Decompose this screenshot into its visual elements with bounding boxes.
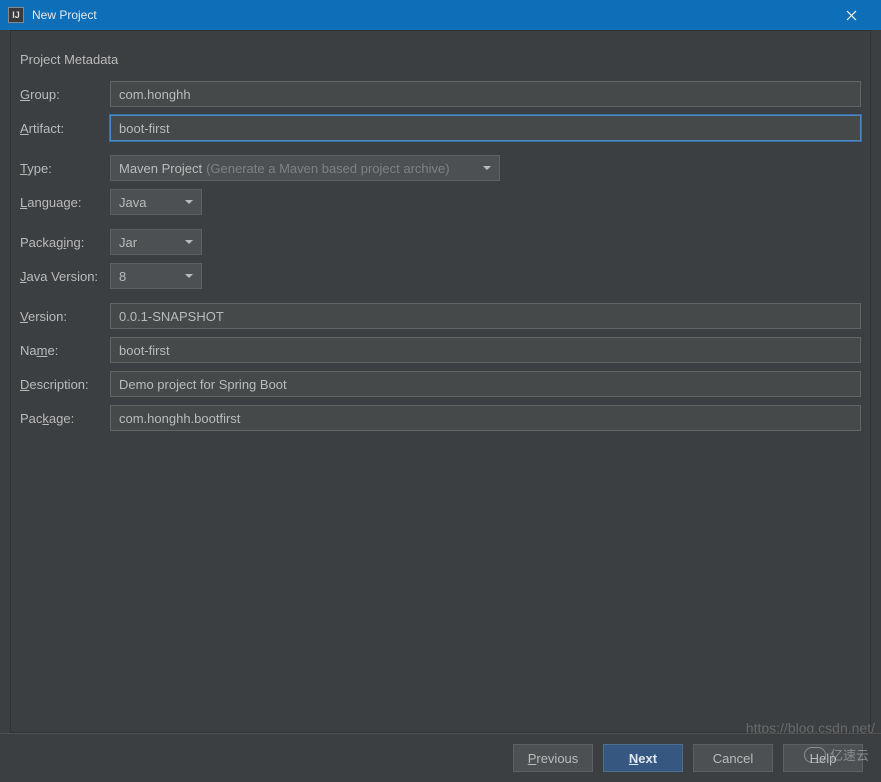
cancel-button[interactable]: Cancel [693,744,773,772]
chevron-down-icon [185,274,193,278]
title-bar-left: IJ New Project [8,7,97,23]
type-row: Type: Maven Project (Generate a Maven ba… [20,155,861,181]
app-icon: IJ [8,7,24,23]
form-area: Group: Artifact: Type: Maven Project (Ge… [0,81,881,431]
name-input[interactable] [110,337,861,363]
language-label: Language: [20,195,110,210]
name-row: Name: [20,337,861,363]
type-select-hint: (Generate a Maven based project archive) [206,161,450,176]
type-select[interactable]: Maven Project (Generate a Maven based pr… [110,155,500,181]
chevron-down-icon [185,200,193,204]
language-select[interactable]: Java [110,189,202,215]
artifact-label: Artifact: [20,121,110,136]
version-label: Version: [20,309,110,324]
java-version-select-value: 8 [119,269,126,284]
language-select-value: Java [119,195,146,210]
window-title: New Project [32,8,97,22]
cloud-icon [804,747,826,763]
language-row: Language: Java [20,189,861,215]
chevron-down-icon [185,240,193,244]
footer-bar: Previous Next Cancel Help [0,733,881,782]
group-row: Group: [20,81,861,107]
java-version-label: Java Version: [20,269,110,284]
watermark-brand-text: 亿速云 [830,745,869,764]
packaging-label: Packaging: [20,235,110,250]
packaging-select-value: Jar [119,235,137,250]
close-icon [846,10,857,21]
artifact-input[interactable] [110,115,861,141]
section-title: Project Metadata [0,30,881,81]
type-select-value: Maven Project [119,161,202,176]
name-label: Name: [20,343,110,358]
package-label: Package: [20,411,110,426]
watermark-brand: 亿速云 [804,745,869,764]
java-version-select[interactable]: 8 [110,263,202,289]
artifact-row: Artifact: [20,115,861,141]
chevron-down-icon [483,166,491,170]
group-label: Group: [20,87,110,102]
group-input[interactable] [110,81,861,107]
next-button[interactable]: Next [603,744,683,772]
java-version-row: Java Version: 8 [20,263,861,289]
version-row: Version: [20,303,861,329]
type-label: Type: [20,161,110,176]
packaging-select[interactable]: Jar [110,229,202,255]
previous-button[interactable]: Previous [513,744,593,772]
description-row: Description: [20,371,861,397]
version-input[interactable] [110,303,861,329]
close-button[interactable] [829,0,873,30]
package-input[interactable] [110,405,861,431]
description-input[interactable] [110,371,861,397]
description-label: Description: [20,377,110,392]
packaging-row: Packaging: Jar [20,229,861,255]
title-bar: IJ New Project [0,0,881,30]
package-row: Package: [20,405,861,431]
